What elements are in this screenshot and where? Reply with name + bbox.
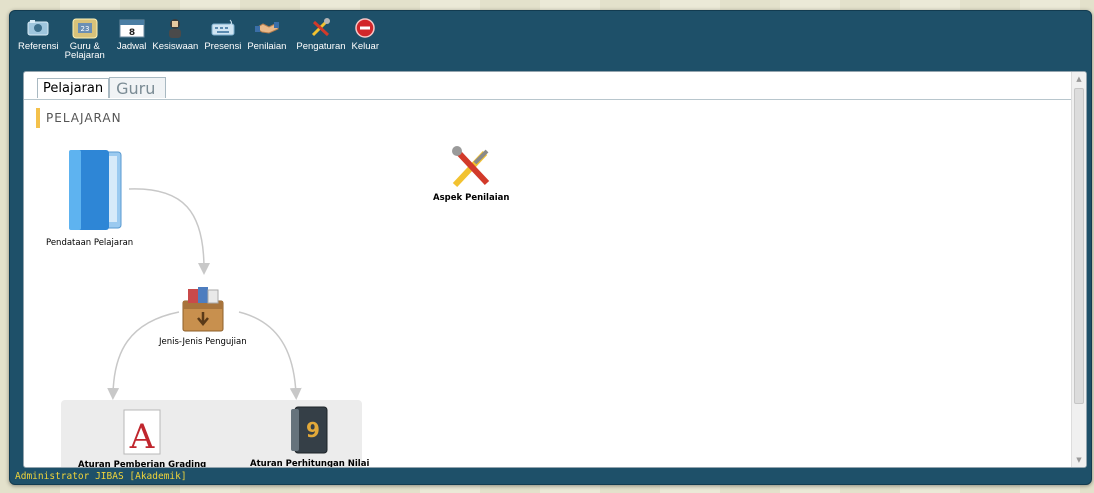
grading-icon: A — [123, 409, 161, 456]
toolbar-guru-pelajaran-button[interactable]: 23 Guru & Pelajaran — [65, 17, 105, 60]
toolbar-presensi-button[interactable]: Presensi — [204, 17, 241, 51]
svg-text:23: 23 — [80, 25, 89, 33]
calendar-icon: 8 — [119, 17, 145, 39]
node-grading-label: Aturan Pemberian Grading — [78, 460, 207, 468]
toolbar-pengaturan-label: Pengaturan — [296, 41, 346, 52]
node-aspek-penilaian[interactable]: Aspek Penilaian — [433, 145, 509, 203]
calculation-icon: 9 — [290, 406, 328, 454]
scrollbar-thumb[interactable] — [1074, 88, 1084, 404]
node-aturan-perhitungan[interactable]: 9 Aturan Perhitungan Nilai — [250, 405, 370, 468]
tools-icon — [308, 17, 334, 39]
student-icon — [162, 17, 188, 39]
toolbar-guru-pelajaran-label: Guru & Pelajaran — [64, 41, 105, 61]
toolbar-keluar-button[interactable]: Keluar — [352, 17, 379, 51]
tab-divider — [24, 99, 1074, 100]
scroll-up-icon[interactable]: ▲ — [1074, 73, 1084, 85]
node-pendataan-label: Pendataan Pelajaran — [46, 238, 134, 248]
referensi-icon — [25, 17, 51, 39]
guru-pelajaran-icon: 23 — [72, 17, 98, 39]
svg-text:A: A — [129, 417, 155, 456]
toolbar-jadwal-label: Jadwal — [116, 41, 147, 52]
vertical-scrollbar[interactable]: ▲ ▼ — [1071, 72, 1086, 467]
handshake-icon — [254, 17, 280, 39]
node-jenis-label: Jenis-Jenis Pengujian — [159, 337, 247, 347]
section-title: PELAJARAN — [36, 108, 122, 128]
node-aspek-label: Aspek Penilaian — [433, 193, 510, 203]
scroll-down-icon[interactable]: ▼ — [1074, 454, 1084, 466]
package-icon — [182, 287, 224, 332]
toolbar-presensi-label: Presensi — [204, 41, 242, 52]
status-bar-text: Administrator JIBAS [Akademik] — [15, 471, 187, 482]
toolbar-kesiswaan-label: Kesiswaan — [152, 41, 199, 52]
toolbar-penilaian-button[interactable]: Penilaian — [247, 17, 286, 51]
node-aturan-grading[interactable]: A Aturan Pemberian Grading — [78, 408, 207, 468]
aspek-tools-icon — [452, 146, 490, 188]
svg-text:8: 8 — [128, 28, 134, 38]
toolbar-referensi-label: Referensi — [18, 41, 59, 52]
tab-guru[interactable]: Guru — [109, 77, 167, 98]
toolbar-kesiswaan-button[interactable]: Kesiswaan — [152, 17, 198, 51]
toolbar-referensi-button[interactable]: Referensi — [18, 17, 59, 51]
main-toolbar: Referensi 23 Guru & Pelajaran 8 Jadwal K… — [18, 17, 385, 73]
content-panel: Pelajaran Guru PELAJARAN Pendataan Pelaj… — [23, 71, 1087, 468]
exit-icon — [352, 17, 378, 39]
app-window: Referensi 23 Guru & Pelajaran 8 Jadwal K… — [9, 10, 1092, 485]
node-perhitungan-label: Aturan Perhitungan Nilai — [250, 459, 370, 468]
node-jenis-pengujian[interactable]: Jenis-Jenis Pengujian — [159, 285, 247, 347]
tab-bar: Pelajaran Guru — [37, 77, 167, 98]
svg-text:9: 9 — [306, 418, 320, 442]
toolbar-keluar-label: Keluar — [351, 41, 379, 52]
tab-pelajaran[interactable]: Pelajaran — [37, 78, 110, 98]
toolbar-penilaian-label: Penilaian — [247, 41, 287, 52]
node-pendataan-pelajaran[interactable]: Pendataan Pelajaran — [46, 148, 133, 248]
keyboard-icon — [210, 17, 236, 39]
toolbar-pengaturan-button[interactable]: Pengaturan — [296, 17, 346, 52]
toolbar-jadwal-button[interactable]: 8 Jadwal — [116, 17, 147, 52]
folder-icon — [68, 150, 122, 230]
